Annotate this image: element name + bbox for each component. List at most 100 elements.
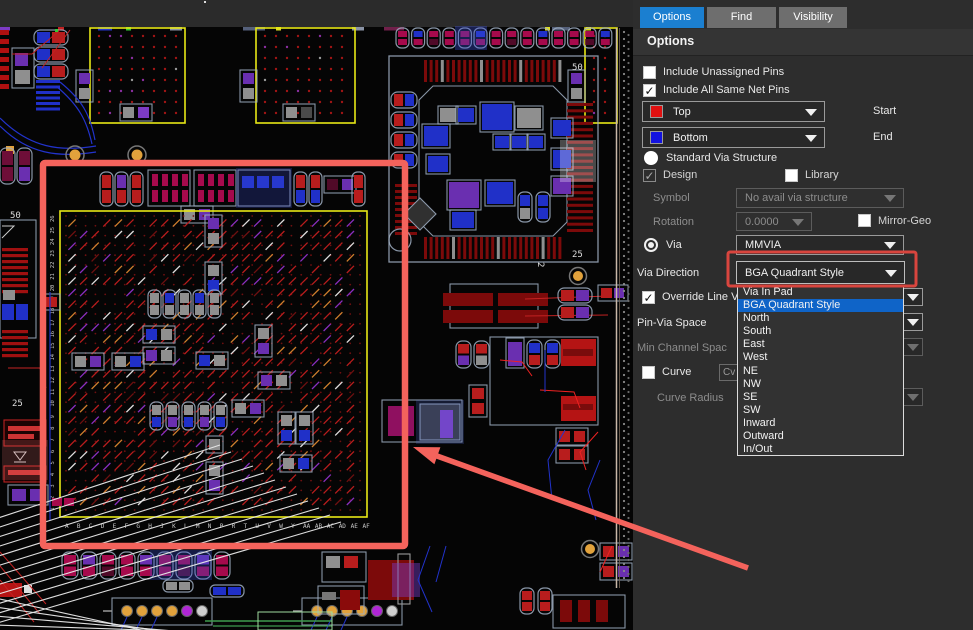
via-direction-option[interactable]: Via In Pad	[738, 286, 903, 299]
library-label: Library	[805, 169, 839, 181]
symbol-label: Symbol	[653, 192, 690, 204]
svg-text:22: 22	[50, 262, 56, 269]
tab-visibility[interactable]: Visibility	[779, 7, 847, 28]
via-direction-label: Via Direction	[637, 267, 699, 279]
pin-via-space-dropdown-button[interactable]	[903, 313, 923, 331]
via-label: Via	[666, 239, 682, 251]
svg-text:AF: AF	[363, 523, 371, 530]
via-select[interactable]: MMVIA	[736, 235, 904, 255]
via-direction-dropdown-list[interactable]: Via In PadBGA Quadrant StyleNorthSouthEa…	[737, 285, 904, 456]
panel-title: Options	[647, 34, 694, 48]
design-label: Design	[663, 169, 697, 181]
via-direction-option[interactable]: NW	[738, 378, 903, 391]
svg-text:16: 16	[50, 331, 56, 338]
svg-text:25: 25	[572, 250, 583, 260]
via-direction-option[interactable]: South	[738, 325, 903, 338]
svg-text:7: 7	[50, 438, 56, 441]
chevron-down-icon	[884, 195, 896, 202]
via-direction-option[interactable]: BGA Quadrant Style	[738, 299, 903, 312]
via-direction-option[interactable]: West	[738, 351, 903, 364]
rotation-select: 0.0000	[736, 212, 812, 231]
via-direction-option[interactable]: NE	[738, 365, 903, 378]
svg-text:B: B	[77, 523, 81, 530]
via-direction-option[interactable]: In/Out	[738, 443, 903, 456]
svg-text:17: 17	[50, 319, 56, 326]
override-line-checkbox[interactable]	[642, 291, 655, 304]
min-channel-space-dropdown-button	[903, 338, 923, 356]
include-same-net-label: Include All Same Net Pins	[663, 84, 790, 96]
svg-text:50: 50	[572, 63, 583, 73]
curve-label: Curve	[662, 366, 691, 378]
include-same-net-checkbox[interactable]	[643, 84, 656, 97]
pin-via-space-label: Pin-Via Space	[637, 317, 707, 329]
curve-options-button: Cv	[719, 364, 738, 381]
svg-text:26: 26	[50, 215, 56, 222]
design-checkbox[interactable]	[643, 169, 656, 182]
mirror-geo-label: Mirror-Geo	[878, 215, 931, 227]
via-direction-option[interactable]: SW	[738, 404, 903, 417]
override-line-label: Override Line V	[662, 291, 738, 303]
symbol-value: No avail via structure	[745, 192, 848, 204]
svg-text:N: N	[208, 523, 212, 530]
include-unassigned-label: Include Unassigned Pins	[663, 66, 784, 78]
via-value: MMVIA	[745, 239, 781, 251]
svg-text:25: 25	[12, 399, 23, 409]
start-layer-value: Top	[673, 106, 691, 118]
via-direction-option[interactable]: North	[738, 312, 903, 325]
svg-text:13: 13	[50, 366, 56, 373]
via-direction-option[interactable]: Inward	[738, 417, 903, 430]
chevron-down-icon	[805, 109, 817, 116]
chevron-down-icon	[885, 270, 897, 277]
svg-text:L: L	[184, 523, 188, 530]
min-channel-space-label: Min Channel Spac	[637, 342, 727, 354]
chevron-down-icon	[792, 219, 804, 226]
svg-text:20: 20	[50, 285, 56, 292]
svg-text:18: 18	[50, 308, 56, 315]
svg-text:K: K	[172, 523, 176, 530]
panel-header: Options	[633, 29, 973, 56]
svg-text:11: 11	[50, 389, 56, 396]
svg-text:AD: AD	[339, 523, 347, 530]
pcb-artwork: 5025226252423222120191817161514131211109…	[0, 0, 633, 630]
end-layer-select[interactable]: Bottom	[642, 127, 825, 148]
via-direction-value: BGA Quadrant Style	[745, 267, 844, 279]
svg-text:2: 2	[535, 262, 545, 267]
svg-text:25: 25	[50, 227, 56, 234]
start-layer-select[interactable]: Top	[642, 101, 825, 122]
rotation-value: 0.0000	[745, 216, 779, 228]
via-direction-option[interactable]: East	[738, 338, 903, 351]
svg-text:23: 23	[50, 250, 56, 257]
svg-text:14: 14	[50, 353, 56, 360]
pcb-canvas[interactable]: 5025226252423222120191817161514131211109…	[0, 0, 633, 630]
side-panel: OptionsFindVisibility Options Include Un…	[633, 0, 973, 630]
svg-text:5: 5	[50, 461, 56, 464]
chevron-down-icon	[805, 135, 817, 142]
mirror-geo-checkbox[interactable]	[858, 214, 871, 227]
svg-text:AE: AE	[351, 523, 359, 530]
svg-text:3: 3	[50, 484, 56, 487]
rotation-label: Rotation	[653, 216, 694, 228]
start-layer-swatch	[650, 105, 663, 118]
via-radio[interactable]	[644, 238, 658, 252]
end-label: End	[873, 131, 893, 143]
curve-radius-label: Curve Radius	[657, 392, 724, 404]
curve-checkbox[interactable]	[642, 366, 655, 379]
svg-text:6: 6	[50, 450, 56, 453]
via-direction-select[interactable]: BGA Quadrant Style	[736, 261, 905, 284]
via-direction-option[interactable]: SE	[738, 391, 903, 404]
svg-text:12: 12	[50, 377, 56, 384]
tab-options[interactable]: Options	[640, 7, 704, 28]
chevron-down-icon	[884, 242, 896, 249]
override-line-dropdown-button[interactable]	[903, 288, 923, 306]
svg-text:V: V	[267, 523, 271, 530]
standard-via-radio[interactable]	[644, 151, 658, 165]
via-direction-option[interactable]: Outward	[738, 430, 903, 443]
end-layer-swatch	[650, 131, 663, 144]
include-unassigned-checkbox[interactable]	[643, 66, 656, 79]
library-checkbox[interactable]	[785, 169, 798, 182]
application-window: 5025226252423222120191817161514131211109…	[0, 0, 973, 630]
standard-via-label: Standard Via Structure	[666, 152, 777, 164]
svg-text:24: 24	[50, 238, 56, 245]
tab-find[interactable]: Find	[707, 7, 776, 28]
svg-text:21: 21	[50, 273, 56, 280]
